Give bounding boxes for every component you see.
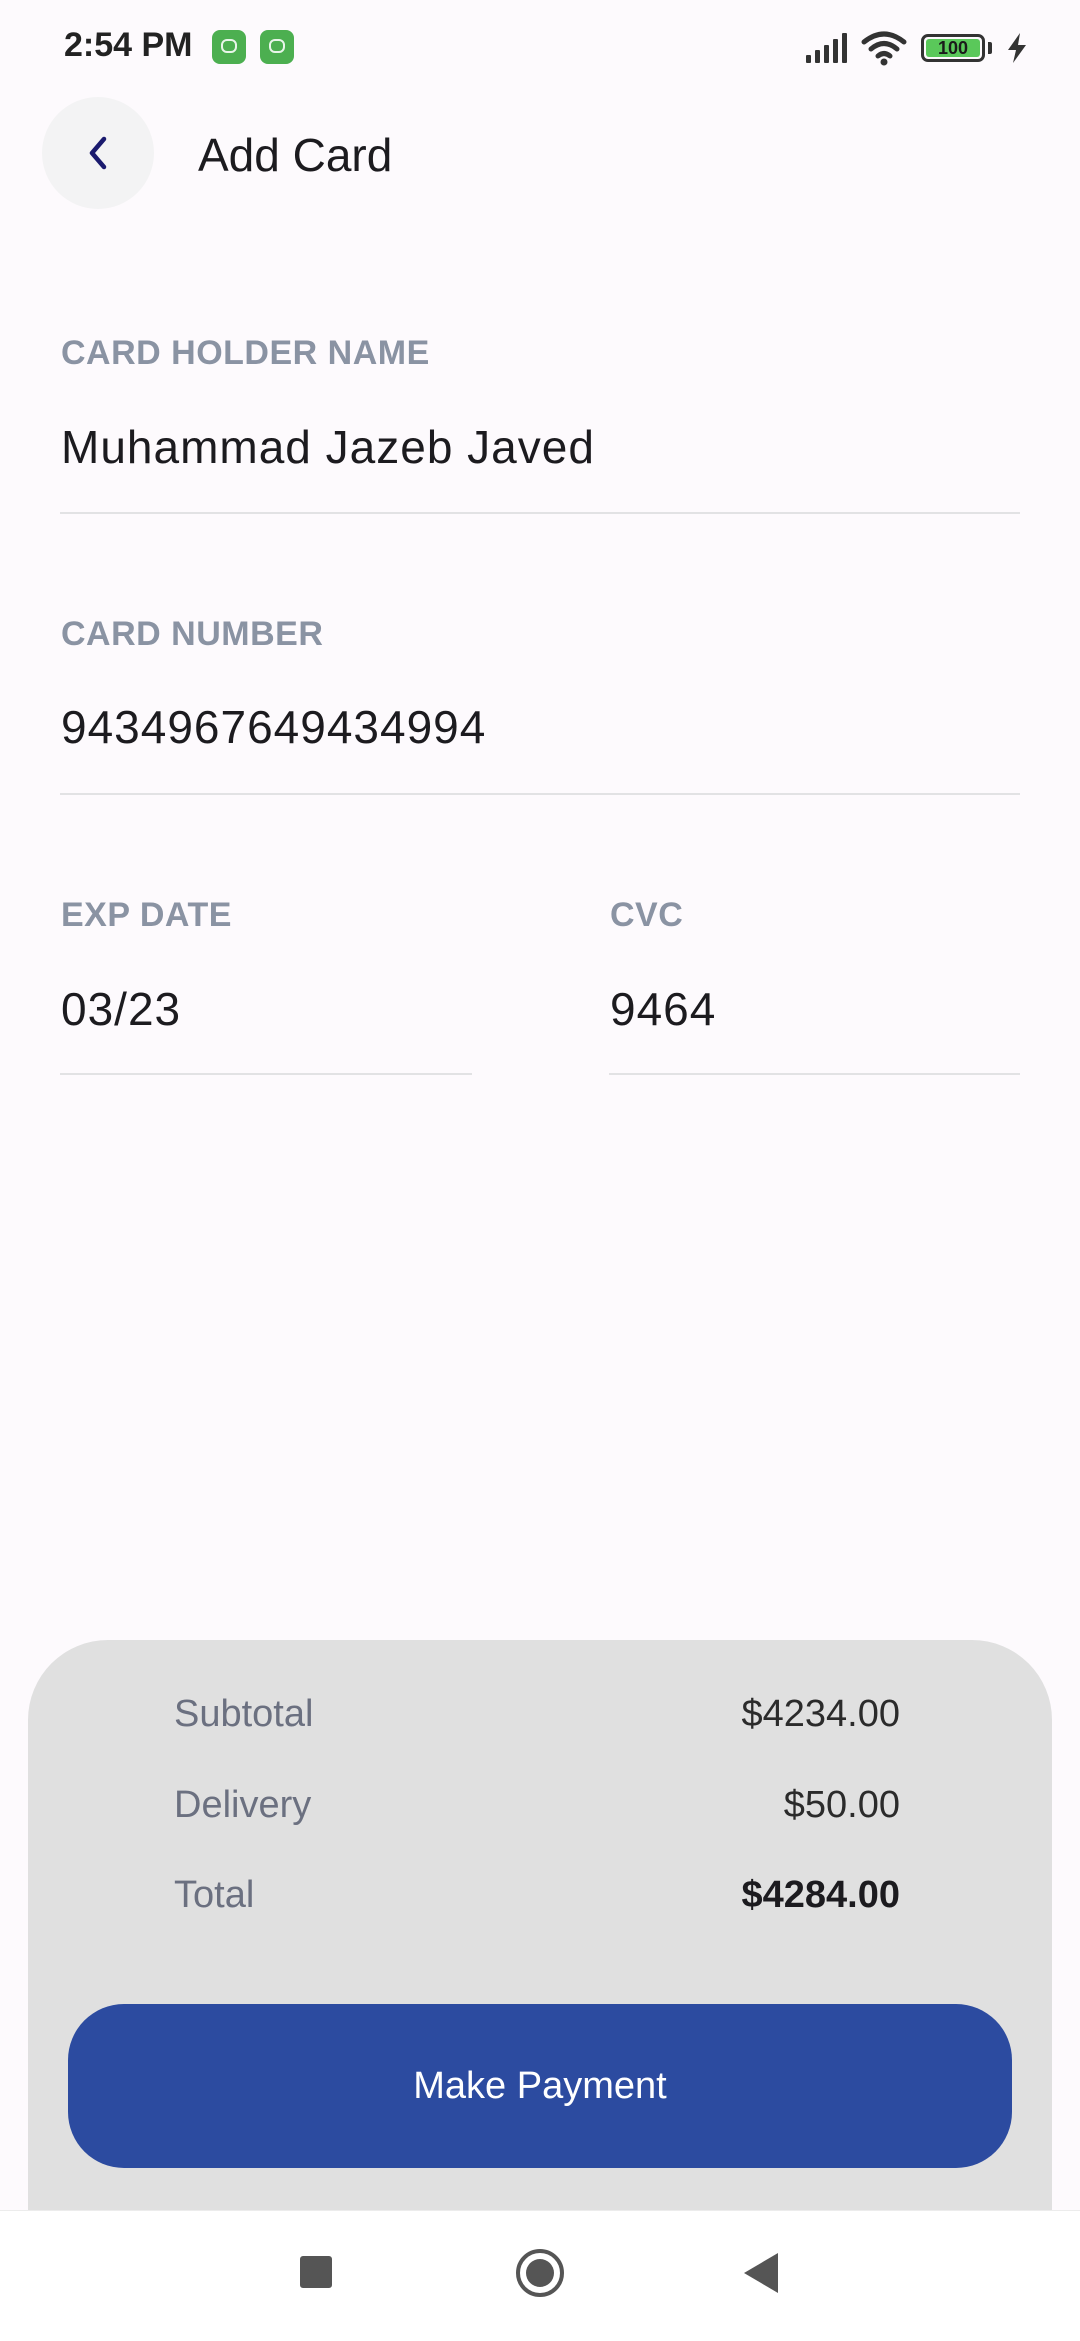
- total-value: $4284.00: [741, 1874, 901, 1916]
- card-number-field[interactable]: 9434967649434994: [61, 700, 486, 754]
- exp-date-field[interactable]: 03/23: [61, 982, 181, 1036]
- delivery-value: $50.00: [783, 1784, 900, 1826]
- exp-date-label: EXP DATE: [61, 896, 232, 934]
- card-holder-field[interactable]: Muhammad Jazeb Javed: [61, 420, 595, 474]
- status-bar: 2:54 PM 100: [0, 0, 1080, 96]
- wifi-icon: [861, 31, 907, 66]
- app-notification-icon: [260, 30, 294, 64]
- charging-bolt-icon: [1008, 33, 1026, 63]
- app-notification-icon: [212, 30, 246, 64]
- cvc-underline: [609, 1073, 1020, 1075]
- home-circle-icon[interactable]: [516, 2249, 564, 2297]
- card-holder-label: CARD HOLDER NAME: [61, 334, 430, 372]
- delivery-label: Delivery: [174, 1784, 312, 1826]
- recents-square-icon[interactable]: [300, 2256, 332, 2288]
- status-time: 2:54 PM: [64, 26, 193, 64]
- battery-tip: [988, 42, 992, 54]
- subtotal-value: $4234.00: [741, 1693, 901, 1735]
- battery-level: 100: [937, 38, 969, 58]
- total-label: Total: [174, 1874, 255, 1916]
- card-number-underline: [60, 793, 1020, 795]
- signal-icon: [806, 33, 847, 63]
- chevron-left-icon: [89, 136, 107, 170]
- card-holder-underline: [60, 512, 1020, 514]
- order-summary-sheet: Subtotal $4234.00 Delivery $50.00 Total …: [28, 1640, 1052, 2280]
- cvc-field[interactable]: 9464: [610, 982, 716, 1036]
- exp-date-underline: [60, 1073, 472, 1075]
- page-title: Add Card: [198, 129, 393, 181]
- make-payment-button[interactable]: Make Payment: [68, 2004, 1012, 2168]
- card-number-label: CARD NUMBER: [61, 615, 324, 653]
- back-button[interactable]: [42, 97, 154, 209]
- battery-icon: 100: [921, 34, 985, 62]
- back-triangle-icon[interactable]: [744, 2253, 778, 2293]
- status-icons: 100: [806, 30, 1028, 66]
- cvc-label: CVC: [610, 896, 684, 934]
- system-nav-bar: [0, 2210, 1080, 2341]
- subtotal-label: Subtotal: [174, 1693, 314, 1735]
